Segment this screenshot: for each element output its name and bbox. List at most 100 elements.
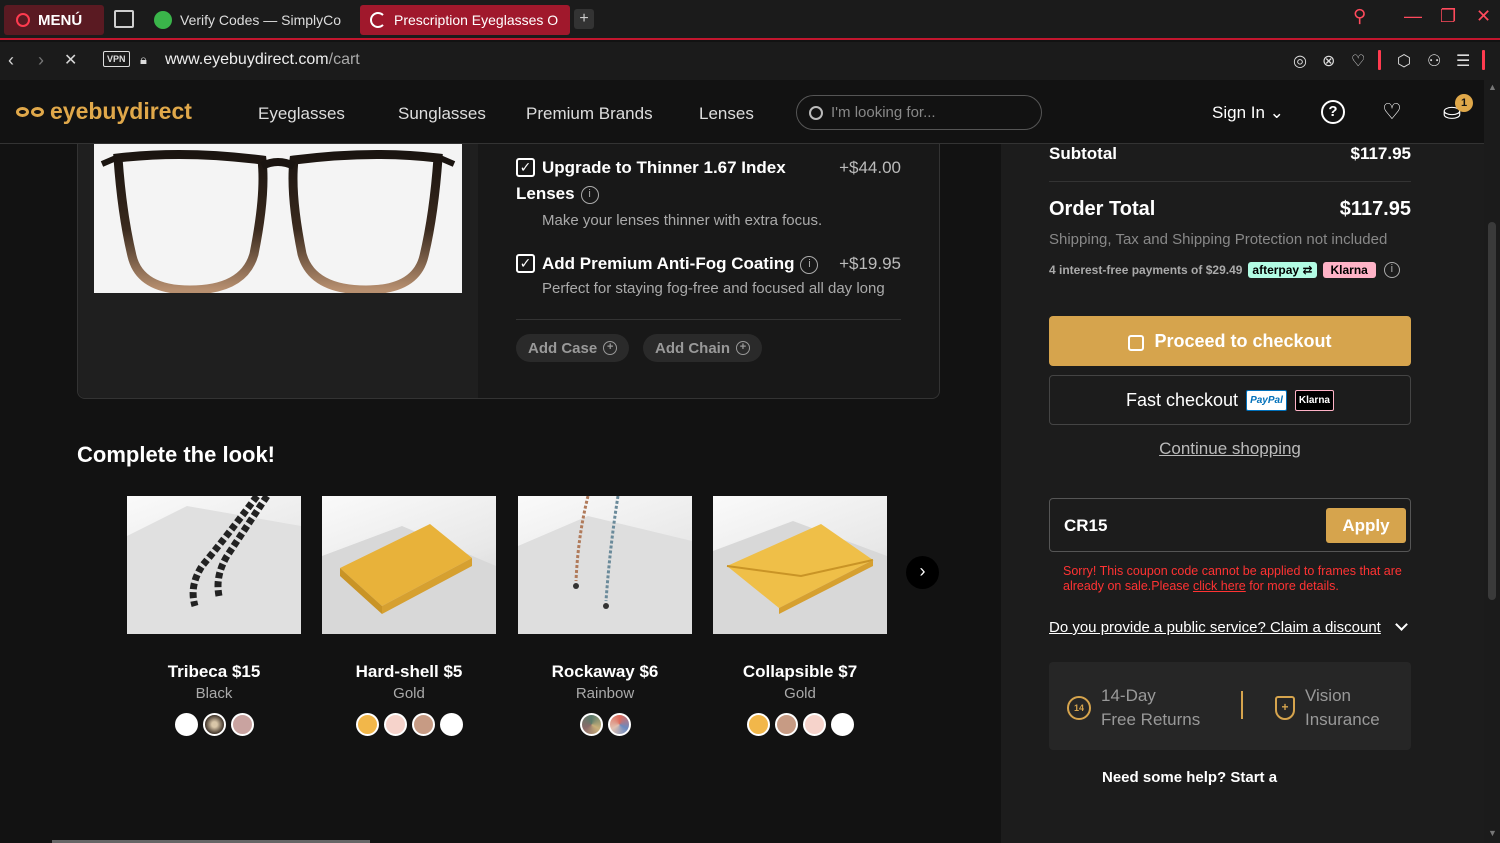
subtotal-row: Subtotal $117.95 xyxy=(1049,144,1411,164)
url-field[interactable]: www.eyebuydirect.com/cart xyxy=(165,51,360,69)
swatch-tan[interactable] xyxy=(411,713,435,736)
heart-bookmark-icon[interactable]: ♡ xyxy=(1351,51,1365,71)
camera-icon[interactable]: ◎ xyxy=(1293,51,1307,71)
help-chat-prompt[interactable]: Need some help? Start a xyxy=(1102,769,1277,786)
site-header: eyebuydirect Eyeglasses Sunglasses Premi… xyxy=(0,80,1484,144)
help-icon[interactable]: ? xyxy=(1321,100,1345,124)
back-icon[interactable]: ‹ xyxy=(8,50,14,71)
add-case-button[interactable]: Add Case + xyxy=(516,334,630,362)
recommendation-collapsible[interactable]: Collapsible $7 Gold xyxy=(713,496,887,736)
continue-shopping-link[interactable]: Continue shopping xyxy=(1049,439,1411,459)
swatch-white[interactable] xyxy=(830,713,854,736)
vpn-badge[interactable]: VPN xyxy=(103,51,130,67)
maximize-icon[interactable]: ❐ xyxy=(1440,6,1456,27)
subtotal-value: $117.95 xyxy=(1350,144,1411,163)
url-path: /cart xyxy=(328,51,360,68)
nav-eyeglasses[interactable]: Eyeglasses xyxy=(258,104,345,124)
browser-menu-button[interactable]: MENÚ xyxy=(4,5,104,35)
site-logo[interactable]: eyebuydirect xyxy=(16,98,192,125)
coupon-error-message: Sorry! This coupon code cannot be applie… xyxy=(1063,564,1408,594)
tab-gallery-icon[interactable] xyxy=(114,10,134,28)
option-description: Perfect for staying fog-free and focused… xyxy=(542,280,885,297)
info-icon[interactable]: i xyxy=(580,185,599,204)
swatch-multicolor[interactable] xyxy=(579,713,603,736)
page-scrollbar[interactable]: ▲ ▼ xyxy=(1484,80,1500,843)
product-image xyxy=(94,144,462,295)
coupon-field[interactable]: CR15 Apply xyxy=(1049,498,1411,552)
swatch-rainbow[interactable] xyxy=(607,713,631,736)
recommendation-tribeca[interactable]: Tribeca $15 Black xyxy=(127,496,301,736)
new-tab-button[interactable]: + xyxy=(574,9,594,29)
anti-fog-checkbox[interactable]: ✓ xyxy=(516,254,535,273)
benefits-separator xyxy=(1241,691,1243,719)
public-service-discount-toggle[interactable]: Do you provide a public service? Claim a… xyxy=(1049,618,1408,636)
nav-lenses[interactable]: Lenses xyxy=(699,104,754,124)
scroll-down-icon[interactable]: ▼ xyxy=(1488,828,1497,838)
search-tabs-icon[interactable]: ⚲ xyxy=(1353,6,1366,27)
wishlist-heart-icon[interactable]: ♡ xyxy=(1380,100,1404,124)
swatch-tan[interactable] xyxy=(774,713,798,736)
cart-count-badge: 1 xyxy=(1455,94,1473,112)
chain-image xyxy=(127,496,301,634)
lock-icon[interactable]: 🔒︎ xyxy=(140,52,147,68)
proceed-to-checkout-button[interactable]: Proceed to checkout xyxy=(1049,316,1411,366)
thinner-lenses-checkbox[interactable]: ✓ xyxy=(516,158,535,177)
carousel-next-button[interactable]: › xyxy=(906,556,939,589)
search-input[interactable]: I'm looking for... xyxy=(796,95,1042,130)
subtotal-label: Subtotal xyxy=(1049,144,1117,163)
chevron-down-icon xyxy=(1394,618,1408,631)
swatch-gold[interactable] xyxy=(746,713,770,736)
minimize-icon[interactable]: — xyxy=(1404,6,1422,27)
recommendation-color: Gold xyxy=(393,685,425,702)
swatch-pink[interactable] xyxy=(802,713,826,736)
paypal-badge: PayPal xyxy=(1246,389,1287,411)
option-title-text-2: Lenses xyxy=(516,184,575,203)
swatch-gold[interactable] xyxy=(355,713,379,736)
simplycodes-favicon-icon xyxy=(154,11,172,29)
extensions-cube-icon[interactable]: ⬡ xyxy=(1397,51,1411,71)
stop-loading-icon[interactable]: ✕ xyxy=(64,50,77,70)
apply-coupon-button[interactable]: Apply xyxy=(1326,508,1406,543)
recommendation-color: Rainbow xyxy=(575,685,635,702)
recommendation-rockaway[interactable]: Rockaway $6 Rainbow xyxy=(518,496,692,736)
swatch-rose[interactable] xyxy=(230,713,254,736)
swatch-tortoise[interactable] xyxy=(202,713,226,736)
forward-icon[interactable]: › xyxy=(38,50,44,71)
recommendation-color: Black xyxy=(195,685,233,702)
sign-in-button[interactable]: Sign In ⌄ xyxy=(1212,103,1284,123)
easy-setup-icon[interactable]: ☰ xyxy=(1456,51,1470,71)
fast-checkout-label: Fast checkout xyxy=(1126,389,1239,410)
tab-prescription-eyeglasses[interactable]: Prescription Eyeglasses O xyxy=(360,5,570,35)
product-image xyxy=(127,496,301,634)
profile-icon[interactable]: ⚇ xyxy=(1427,51,1441,71)
swatch-white[interactable] xyxy=(439,713,463,736)
info-icon[interactable]: i xyxy=(800,255,819,274)
swatch-white[interactable] xyxy=(174,713,198,736)
returns-14-day-icon: 14 xyxy=(1067,696,1091,720)
swatch-pink[interactable] xyxy=(383,713,407,736)
scroll-up-icon[interactable]: ▲ xyxy=(1488,82,1497,92)
vision-insurance-benefit[interactable]: + Vision Insurance xyxy=(1275,684,1380,732)
close-window-icon[interactable]: ✕ xyxy=(1476,6,1491,27)
recommendation-hard-shell[interactable]: Hard-shell $5 Gold xyxy=(322,496,496,736)
logo-eyes-icon xyxy=(16,106,44,117)
nav-premium-brands[interactable]: Premium Brands xyxy=(526,104,653,124)
scrollbar-thumb[interactable] xyxy=(1488,222,1496,600)
click-here-link[interactable]: click here xyxy=(1193,579,1246,593)
adblock-icon[interactable]: ⊗ xyxy=(1322,51,1335,71)
info-icon[interactable]: i xyxy=(1383,262,1400,278)
tab-verify-codes[interactable]: Verify Codes — SimplyCo xyxy=(144,5,352,35)
shipping-note: Shipping, Tax and Shipping Protection no… xyxy=(1049,231,1388,248)
color-swatches xyxy=(322,713,496,736)
recommendation-name: Hard-shell $5 xyxy=(355,662,463,681)
complete-the-look-title: Complete the look! xyxy=(77,442,276,467)
public-service-label: Do you provide a public service? Claim a… xyxy=(1049,619,1381,636)
fast-checkout-button[interactable]: Fast checkout PayPal Klarna xyxy=(1049,375,1411,425)
rainbow-chain-image xyxy=(518,496,692,634)
order-total-row: Order Total $117.95 xyxy=(1049,198,1411,221)
nav-sunglasses[interactable]: Sunglasses xyxy=(398,104,486,124)
tab-title: Prescription Eyeglasses O xyxy=(394,12,559,28)
option-divider xyxy=(516,319,901,320)
add-chain-button[interactable]: Add Chain + xyxy=(643,334,762,362)
hard-shell-case-image xyxy=(322,524,496,634)
